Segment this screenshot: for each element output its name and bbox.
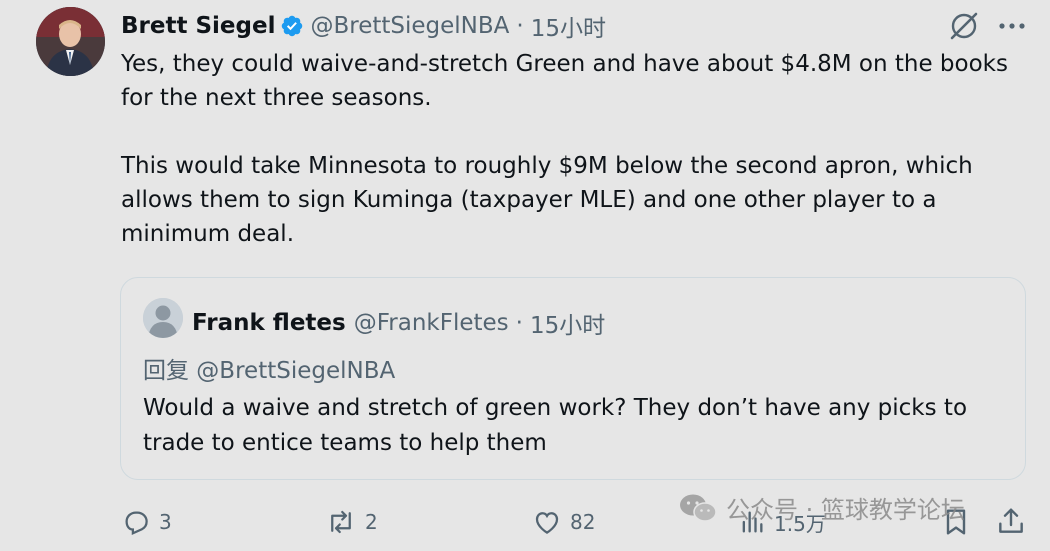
quoted-text: Would a waive and stretch of green work?…: [143, 395, 968, 456]
more-icon[interactable]: [996, 12, 1028, 40]
quoted-header: Frank fletes @FrankFletes · 15小时: [192, 306, 605, 340]
tweet-paragraph: Yes, they could waive-and-stretch Green …: [121, 51, 1008, 111]
quoted-reply-to[interactable]: 回复 @BrettSiegelNBA: [143, 351, 395, 385]
quoted-timestamp[interactable]: 15小时: [530, 306, 605, 340]
tweet-timestamp[interactable]: 15小时: [531, 9, 606, 43]
watermark: 公众号 · 篮球教学论坛: [678, 490, 965, 525]
like-icon: [535, 512, 559, 534]
quoted-separator: ·: [515, 310, 523, 336]
verified-badge-icon: [282, 15, 303, 37]
quoted-tweet[interactable]: Frank fletes @FrankFletes · 15小时 回复 @Bre…: [120, 277, 1026, 480]
wechat-icon: [680, 494, 717, 522]
quoted-author-name[interactable]: Frank fletes: [192, 310, 346, 336]
repost-icon: [331, 510, 351, 534]
author-avatar[interactable]: [36, 7, 105, 76]
tweet-body: Yes, they could waive-and-stretch Green …: [121, 47, 1031, 251]
author-handle[interactable]: @BrettSiegelNBA: [310, 13, 509, 39]
header-separator: ·: [516, 13, 524, 39]
quoted-author-avatar[interactable]: [143, 298, 183, 338]
share-icon[interactable]: [995, 505, 1027, 537]
watermark-text: 公众号 · 篮球教学论坛: [726, 496, 965, 524]
author-name[interactable]: Brett Siegel: [121, 13, 275, 39]
tweet-header: Brett Siegel @BrettSiegelNBA · 15小时: [121, 9, 606, 43]
repost-count: 2: [365, 510, 378, 534]
grok-icon[interactable]: [948, 10, 980, 42]
reply-count: 3: [159, 510, 172, 534]
reply-icon: [125, 511, 148, 535]
quoted-author-handle[interactable]: @FrankFletes: [354, 310, 509, 336]
like-button[interactable]: 82: [532, 507, 595, 537]
like-count: 82: [570, 510, 596, 534]
repost-button[interactable]: 2: [325, 507, 378, 537]
reply-button[interactable]: 3: [121, 507, 172, 537]
tweet-paragraph: This would take Minnesota to roughly $9M…: [121, 153, 973, 247]
